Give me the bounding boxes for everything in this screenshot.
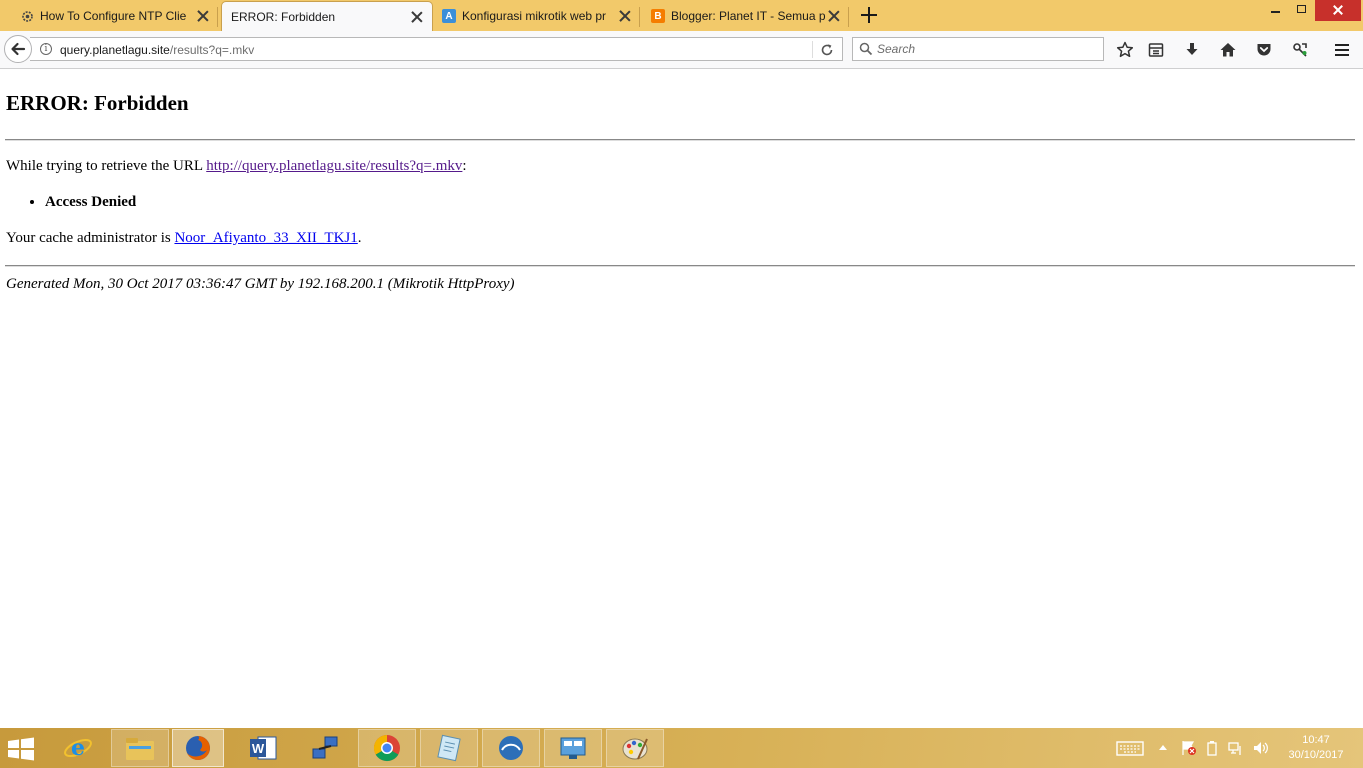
tab-close-icon[interactable] [827,9,841,23]
url-divider [812,41,813,58]
url-bar[interactable]: i query.planetlagu.site/results?q=.mkv [30,37,843,61]
file-explorer-icon[interactable] [111,729,169,767]
retrieve-suffix: : [462,158,467,174]
windows-start-icon[interactable] [6,737,36,761]
notepad-icon[interactable] [420,729,478,767]
title-bar: How To Configure NTP Clie ERROR: Forbidd… [0,0,1363,31]
retrieve-url-link[interactable]: http://query.planetlagu.site/results?q=.… [206,158,462,174]
bookmark-star-icon[interactable] [1115,40,1135,60]
home-icon[interactable] [1218,40,1238,60]
svg-text:W: W [252,741,265,756]
blogger-icon: B [651,9,665,23]
tab-close-icon[interactable] [196,9,210,23]
minimize-button[interactable] [1262,0,1288,21]
power-plug-icon[interactable] [1204,740,1220,756]
error-list: Access Denied [0,194,136,211]
winbox-icon[interactable] [482,729,540,767]
word-icon[interactable]: W [234,729,292,767]
tab-konfigurasi-mikrotik[interactable]: A Konfigurasi mikrotik web pr [434,1,640,31]
chrome-icon[interactable] [358,729,416,767]
letter-a-icon: A [442,9,456,23]
tab-error-forbidden[interactable]: ERROR: Forbidden [221,1,433,31]
admin-prefix: Your cache administrator is [6,230,175,246]
admin-link[interactable]: Noor_Afiyanto_33_XII_TKJ1 [174,230,357,246]
tab-ntp-client[interactable]: How To Configure NTP Clie [12,1,218,31]
url-path: /results?q=.mkv [169,43,255,57]
back-arrow-icon [11,42,26,56]
tab-title: ERROR: Forbidden [231,9,336,24]
tab-title: How To Configure NTP Clie [40,9,187,23]
show-hidden-icons-icon[interactable] [1157,740,1169,756]
firefox-icon[interactable] [172,729,224,767]
tab-title: Konfigurasi mikrotik web pr [462,9,607,23]
menu-icon[interactable] [1332,40,1352,60]
network-icon[interactable] [1228,740,1244,756]
page-content: ERROR: Forbidden While trying to retriev… [0,69,1363,728]
extension-icon[interactable] [1290,40,1310,60]
new-tab-icon[interactable] [860,6,878,24]
search-box[interactable] [852,37,1104,61]
reload-icon[interactable] [818,41,836,59]
url-text[interactable]: query.planetlagu.site/results?q=.mkv [60,43,254,57]
search-input[interactable] [877,40,1097,58]
clock-time: 10:47 [1302,734,1330,746]
action-center-flag-icon[interactable] [1180,740,1198,756]
clock[interactable]: 10:47 30/10/2017 [1278,733,1354,763]
retrieve-line: While trying to retrieve the URL http://… [6,158,467,175]
url-host: query.planetlagu.site [60,43,170,57]
keyboard-icon[interactable] [1116,740,1144,756]
error-item: Access Denied [45,194,136,211]
internet-explorer-icon[interactable]: e [49,729,107,767]
back-button[interactable] [4,35,32,63]
tab-blogger-planet-it[interactable]: B Blogger: Planet IT - Semua p [643,1,849,31]
navigation-toolbar: i query.planetlagu.site/results?q=.mkv [0,31,1363,69]
horizontal-rule [5,139,1355,141]
tab-close-icon[interactable] [618,9,632,23]
reading-list-icon[interactable] [1146,40,1166,60]
network-tool-icon[interactable] [296,729,354,767]
pocket-icon[interactable] [1254,40,1274,60]
volume-icon[interactable] [1252,740,1268,756]
retrieve-prefix: While trying to retrieve the URL [6,158,207,174]
control-panel-icon[interactable] [544,729,602,767]
clock-date: 30/10/2017 [1288,749,1344,761]
downloads-icon[interactable] [1182,40,1202,60]
search-icon [859,42,873,56]
admin-suffix: . [357,230,362,246]
paint-icon[interactable] [606,729,664,767]
generated-footer: Generated Mon, 30 Oct 2017 03:36:47 GMT … [6,276,515,292]
close-window-button[interactable] [1315,0,1361,21]
tab-title: Blogger: Planet IT - Semua p [671,9,826,23]
page-title: ERROR: Forbidden [6,91,189,115]
maximize-button[interactable] [1288,0,1314,21]
gear-icon [20,9,34,23]
taskbar: e W 10:47 30/10/2017 [0,728,1363,768]
info-icon[interactable]: i [40,43,52,55]
horizontal-rule [5,265,1355,267]
svg-text:e: e [71,735,85,761]
admin-line: Your cache administrator is Noor_Afiyant… [6,230,362,247]
tab-close-icon[interactable] [410,10,424,24]
